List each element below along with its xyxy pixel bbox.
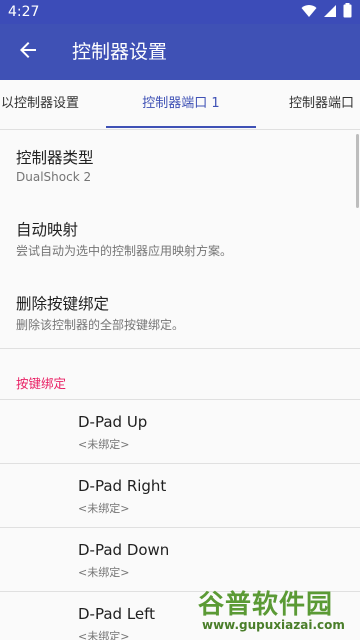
- binding-name: D-Pad Up: [78, 413, 148, 431]
- settings-list: 控制器类型 DualShock 2 自动映射 尝试自动为选中的控制器应用映射方案…: [0, 130, 360, 640]
- watermark-url: www.gupuxiazai.com: [202, 618, 345, 632]
- wifi-icon: [301, 3, 317, 22]
- tab-controller-port-2[interactable]: 控制器端口: [289, 80, 360, 128]
- battery-icon: [343, 2, 352, 22]
- pref-delete-bindings[interactable]: 删除按键绑定 删除该控制器的全部按键绑定。: [0, 276, 360, 348]
- app-bar: 控制器设置: [0, 24, 360, 80]
- binding-name: D-Pad Right: [78, 477, 167, 495]
- status-icons: [301, 2, 352, 22]
- pref-controller-type[interactable]: 控制器类型 DualShock 2: [0, 130, 360, 202]
- pref-summary: DualShock 2: [16, 170, 92, 184]
- binding-item-dpad-up[interactable]: D-Pad Up <未绑定>: [0, 400, 360, 463]
- watermark: 谷普软件园 www.gupuxiazai.com: [196, 584, 356, 636]
- binding-value: <未绑定>: [78, 438, 130, 451]
- pref-summary: 删除该控制器的全部按键绑定。: [16, 318, 185, 332]
- arrow-back-icon: [19, 41, 37, 63]
- page-title: 控制器设置: [72, 41, 168, 63]
- pref-summary: 尝试自动为选中的控制器应用映射方案。: [16, 244, 233, 258]
- back-button[interactable]: [12, 36, 44, 68]
- pref-title: 控制器类型: [16, 149, 94, 167]
- status-bar: 4:27: [0, 0, 360, 24]
- divider: [0, 348, 360, 349]
- cellular-icon: [323, 3, 337, 22]
- tab-controller-port-1[interactable]: 控制器端口 1: [106, 80, 256, 128]
- tab-indicator: [106, 126, 256, 128]
- status-time: 4:27: [8, 4, 40, 20]
- pref-auto-mapping[interactable]: 自动映射 尝试自动为选中的控制器应用映射方案。: [0, 202, 360, 276]
- binding-value: <未绑定>: [78, 502, 130, 515]
- binding-name: D-Pad Down: [78, 541, 170, 559]
- binding-item-dpad-right[interactable]: D-Pad Right <未绑定>: [0, 464, 360, 527]
- tab-bar: 以控制器设置 控制器端口 1 控制器端口: [0, 80, 360, 130]
- binding-item-dpad-down[interactable]: D-Pad Down <未绑定>: [0, 528, 360, 591]
- binding-name: D-Pad Left: [78, 605, 156, 623]
- watermark-logo: 谷普软件园: [198, 590, 334, 620]
- binding-value: <未绑定>: [78, 566, 130, 579]
- scrollbar[interactable]: [356, 134, 359, 208]
- section-header-bindings: 按键绑定: [16, 376, 67, 391]
- pref-title: 删除按键绑定: [16, 295, 110, 313]
- pref-title: 自动映射: [16, 221, 79, 239]
- binding-value: <未绑定>: [78, 630, 130, 640]
- tab-controller-settings[interactable]: 以控制器设置: [0, 80, 82, 128]
